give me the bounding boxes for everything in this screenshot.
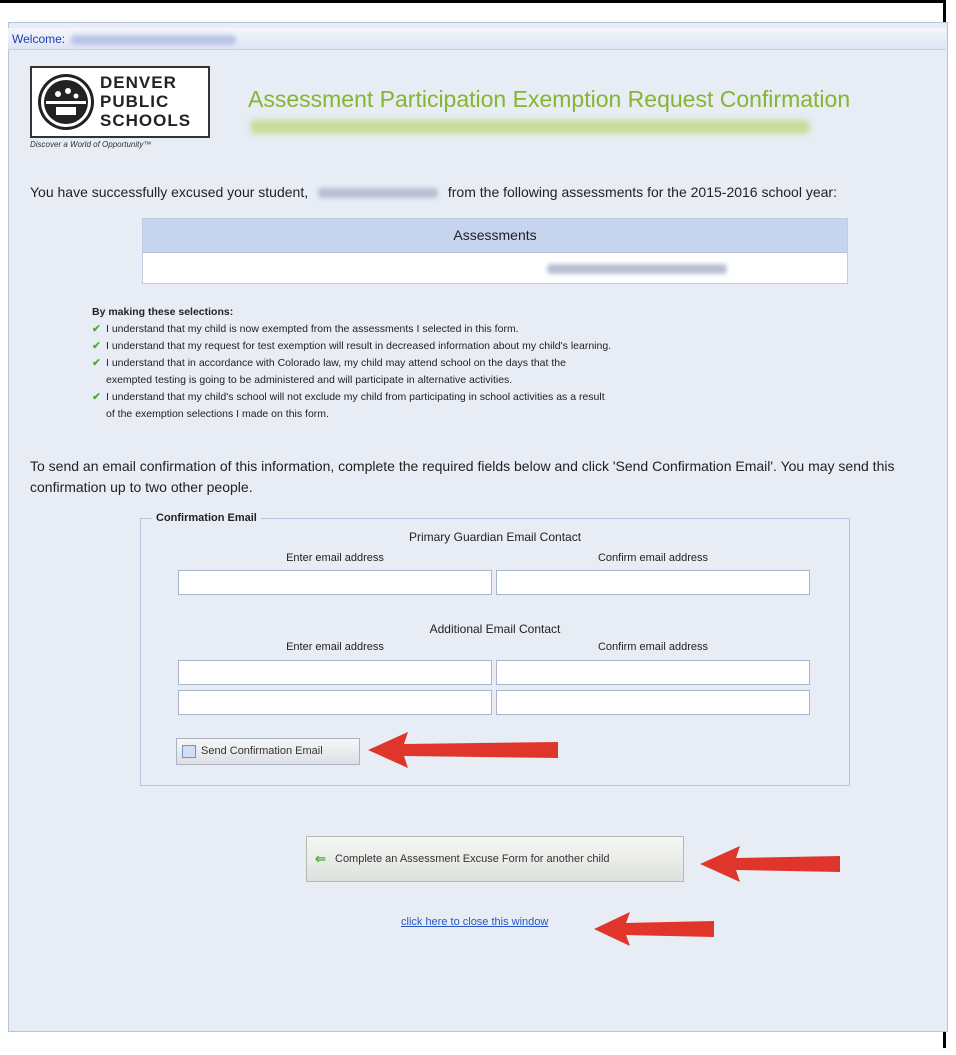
assessment-name-redacted [547,264,727,274]
additional-confirm-label: Confirm email address [597,641,709,653]
email-icon [182,745,196,758]
welcome-user-redacted [71,34,237,45]
welcome-label: Welcome: [12,32,66,46]
list-item: ✔ I understand that in accordance with Co… [92,357,566,386]
primary-confirm-label: Confirm email address [597,552,709,564]
assessments-table: Assessments [142,218,848,284]
primary-confirm-email-field[interactable] [496,570,810,595]
page-title: Assessment Participation Exemption Reque… [248,86,851,112]
additional-email-field-2[interactable] [178,690,492,715]
acknowledgements: By making these selections: ✔ I understan… [92,304,611,423]
red-arrow-icon [594,912,714,946]
check-icon: ✔ [92,391,101,403]
assessments-header: Assessments [143,219,847,253]
send-confirmation-email-button[interactable]: Send Confirmation Email [176,738,360,765]
primary-guardian-heading: Primary Guardian Email Contact [408,530,582,544]
check-icon: ✔ [92,340,101,352]
check-icon: ✔ [92,323,101,335]
additional-confirm-email-field-1[interactable] [496,660,810,685]
table-row [143,253,847,284]
confirmation-email-legend: Confirmation Email [152,512,261,524]
another-child-button[interactable]: ⇐ Complete an Assessment Excuse Form for… [306,836,684,882]
check-icon: ✔ [92,357,101,369]
dps-emblem-icon [38,74,94,130]
student-name-redacted [317,188,438,199]
additional-contact-heading: Additional Email Contact [429,622,561,636]
page-subtitle-redacted [250,120,810,134]
acknowledgements-title: By making these selections: [92,306,234,318]
close-window-link[interactable]: click here to close this window [401,916,548,928]
list-item: ✔ I understand that my request for test e… [92,338,611,355]
list-item: ✔ I understand that my child is now exemp… [92,321,611,338]
send-instructions: To send an email confirmation of this in… [30,458,895,495]
list-item: ✔ I understand that my child's school wil… [92,391,605,420]
red-arrow-icon [368,732,558,768]
additional-email-field-1[interactable] [178,660,492,685]
logo-wordmark: DENVER PUBLIC SCHOOLS [100,73,192,130]
primary-enter-label: Enter email address [286,552,384,564]
dps-logo: DENVER PUBLIC SCHOOLS [30,66,210,138]
additional-enter-label: Enter email address [286,641,384,653]
logo-tagline: Discover a World of Opportunity™ [30,140,152,149]
welcome-bar: Welcome: [8,28,946,50]
success-message: You have successfully excused your stude… [30,184,837,200]
additional-confirm-email-field-2[interactable] [496,690,810,715]
green-arrow-icon: ⇐ [315,851,326,866]
red-arrow-icon [700,846,840,882]
primary-email-field[interactable] [178,570,492,595]
